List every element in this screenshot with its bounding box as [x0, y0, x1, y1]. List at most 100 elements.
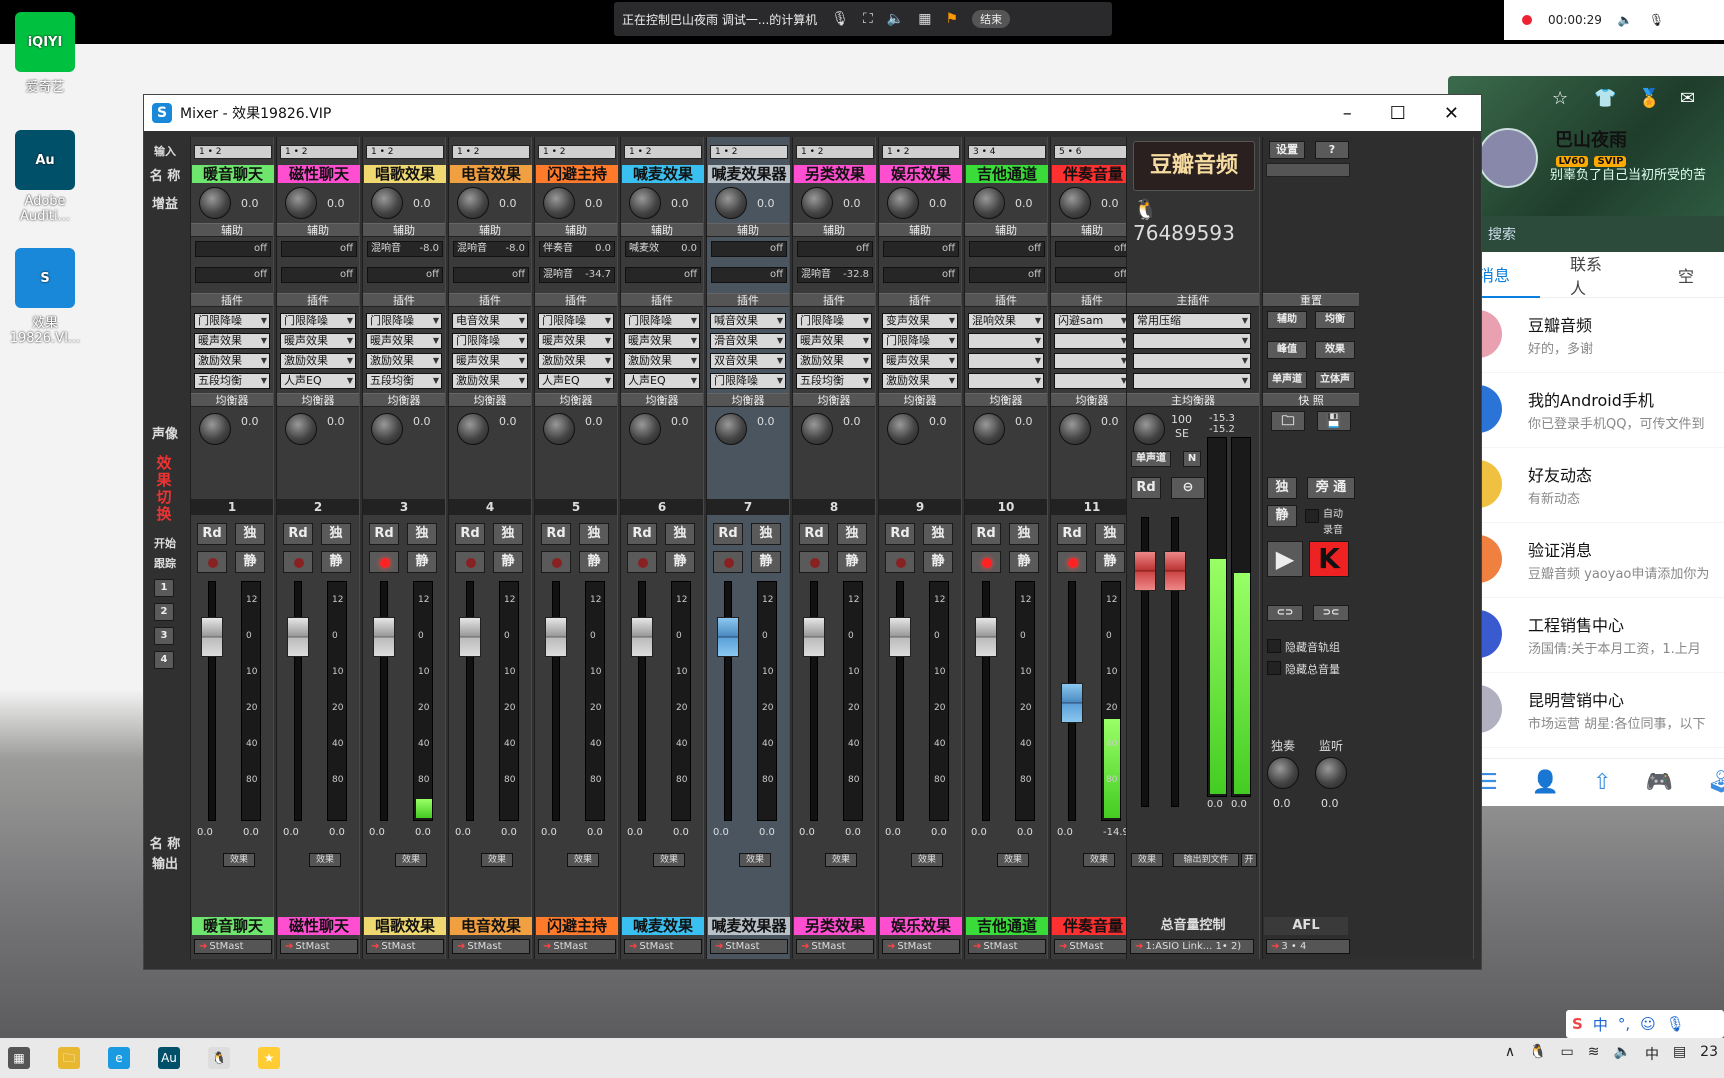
fx-button[interactable]: 效果: [997, 853, 1029, 867]
input-select[interactable]: 5 • 6: [1054, 145, 1132, 159]
pan-knob[interactable]: [457, 413, 489, 445]
plugin-slot[interactable]: 暖声效果: [366, 333, 442, 349]
fx-button[interactable]: 效果: [1083, 853, 1115, 867]
fx-button[interactable]: 效果: [739, 853, 771, 867]
game-icon[interactable]: 🎮: [1646, 770, 1673, 795]
plugin-slot[interactable]: 激励效果: [452, 373, 528, 389]
gain-knob[interactable]: [801, 187, 833, 219]
record-button[interactable]: [455, 551, 485, 573]
plugin-slot[interactable]: [1054, 373, 1130, 389]
plugin-slot[interactable]: 五段均衡: [366, 373, 442, 389]
folder-icon[interactable]: 🗀: [1271, 411, 1305, 431]
aux-send-1[interactable]: off: [711, 241, 787, 257]
rd-button[interactable]: Rd: [885, 523, 915, 545]
mute-button[interactable]: 静: [407, 551, 437, 573]
mute-button[interactable]: 静: [235, 551, 265, 573]
rd-button[interactable]: Rd: [541, 523, 571, 545]
output-select[interactable]: StMast: [1054, 939, 1132, 954]
plugin-slot[interactable]: 激励效果: [280, 353, 356, 369]
gain-knob[interactable]: [371, 187, 403, 219]
volume-icon[interactable]: 🔈: [1618, 13, 1633, 27]
plugin-slot[interactable]: [1054, 353, 1130, 369]
plugin-slot[interactable]: 变声效果: [882, 313, 958, 329]
aux-send-2[interactable]: 混响音 -32.8: [797, 267, 873, 283]
notification-icon[interactable]: ▤: [1673, 1044, 1686, 1064]
star-icon[interactable]: ☆: [1552, 88, 1568, 109]
plugin-slot[interactable]: 门限降噪: [710, 373, 786, 389]
master-plugin-slot[interactable]: [1133, 333, 1251, 349]
input-select[interactable]: 1 • 2: [538, 145, 616, 159]
output-select[interactable]: StMast: [538, 939, 616, 954]
rd-button[interactable]: Rd: [713, 523, 743, 545]
solo-button[interactable]: 独: [923, 523, 953, 545]
master-fader-right[interactable]: [1164, 551, 1186, 591]
fx-button[interactable]: 效果: [653, 853, 685, 867]
pin-icon[interactable]: ⚑: [946, 11, 959, 27]
fx-button[interactable]: 效果: [309, 853, 341, 867]
plugin-slot[interactable]: 暖声效果: [280, 333, 356, 349]
aux-send-2[interactable]: off: [711, 267, 787, 283]
close-icon[interactable]: ✕: [1444, 103, 1459, 124]
output-select[interactable]: StMast: [366, 939, 444, 954]
gain-knob[interactable]: [543, 187, 575, 219]
plugin-slot[interactable]: 激励效果: [194, 353, 270, 369]
folder-icon[interactable]: 🗀: [58, 1047, 80, 1069]
gamepad-icon[interactable]: 🕹: [1707, 770, 1724, 795]
follow-label[interactable]: 跟踪: [144, 555, 186, 571]
plugin-slot[interactable]: 双音效果: [710, 353, 786, 369]
mute-button[interactable]: 静: [493, 551, 523, 573]
mute-button[interactable]: 静: [1009, 551, 1039, 573]
mic-icon[interactable]: 🎙: [1649, 13, 1664, 27]
plugin-slot[interactable]: 门限降噪: [194, 313, 270, 329]
record-button[interactable]: [799, 551, 829, 573]
aux-send-1[interactable]: off: [195, 241, 271, 257]
help-button[interactable]: ?: [1315, 141, 1349, 159]
edge-icon[interactable]: e: [108, 1047, 130, 1069]
master-fx-button[interactable]: 效果: [1131, 853, 1163, 867]
input-select[interactable]: 1 • 2: [280, 145, 358, 159]
mic-icon[interactable]: 🎙: [1666, 1015, 1685, 1033]
solo-button[interactable]: 独: [579, 523, 609, 545]
pan-knob[interactable]: [887, 413, 919, 445]
speaker-icon[interactable]: 🔈: [887, 11, 904, 27]
punct-icon[interactable]: °,: [1618, 1015, 1630, 1033]
wifi-icon[interactable]: ≋: [1588, 1044, 1600, 1064]
gain-knob[interactable]: [285, 187, 317, 219]
plugin-slot[interactable]: 滑音效果: [710, 333, 786, 349]
output-select[interactable]: StMast: [452, 939, 530, 954]
input-select[interactable]: 1 • 2: [452, 145, 530, 159]
volume-fader[interactable]: [1061, 683, 1083, 723]
master-plugin-slot[interactable]: [1133, 373, 1251, 389]
audition-icon[interactable]: Au: [158, 1047, 180, 1069]
start-label[interactable]: 开始: [144, 535, 186, 551]
plugin-slot[interactable]: 人声EQ: [624, 373, 700, 389]
solo-button[interactable]: 独: [493, 523, 523, 545]
master-rd-button[interactable]: Rd: [1131, 477, 1161, 499]
end-control-button[interactable]: 结束: [972, 10, 1011, 28]
aux-button[interactable]: 辅助: [1267, 311, 1307, 329]
pan-knob[interactable]: [199, 413, 231, 445]
plugin-slot[interactable]: 喊音效果: [710, 313, 786, 329]
plugin-slot[interactable]: 激励效果: [366, 353, 442, 369]
plugin-slot[interactable]: 门限降噪: [280, 313, 356, 329]
solo-all-button[interactable]: 独: [1267, 477, 1297, 499]
plugin-slot[interactable]: 电音效果: [452, 313, 528, 329]
ime-bar[interactable]: S 中 °, ☺ 🎙: [1566, 1010, 1724, 1038]
play-icon[interactable]: ▶: [1267, 541, 1303, 577]
mute-button[interactable]: 静: [321, 551, 351, 573]
aux-send-1[interactable]: off: [883, 241, 959, 257]
peak-button[interactable]: 峰值: [1267, 341, 1307, 359]
aux-send-2[interactable]: off: [1055, 267, 1131, 283]
plugin-slot[interactable]: 暖声效果: [452, 353, 528, 369]
qq-icon[interactable]: 🐧: [208, 1047, 230, 1069]
aux-send-2[interactable]: off: [453, 267, 529, 283]
link-left-icon[interactable]: ⊂⊃: [1267, 605, 1303, 621]
fullscreen-icon[interactable]: ⛶: [863, 11, 873, 27]
master-plugin-slot[interactable]: [1133, 353, 1251, 369]
settings-button[interactable]: 设置: [1269, 141, 1305, 159]
minimize-icon[interactable]: –: [1343, 103, 1352, 124]
effect-button[interactable]: 效果: [1315, 341, 1355, 359]
pan-knob[interactable]: [973, 413, 1005, 445]
pan-knob[interactable]: [801, 413, 833, 445]
plugin-slot[interactable]: 暖声效果: [194, 333, 270, 349]
